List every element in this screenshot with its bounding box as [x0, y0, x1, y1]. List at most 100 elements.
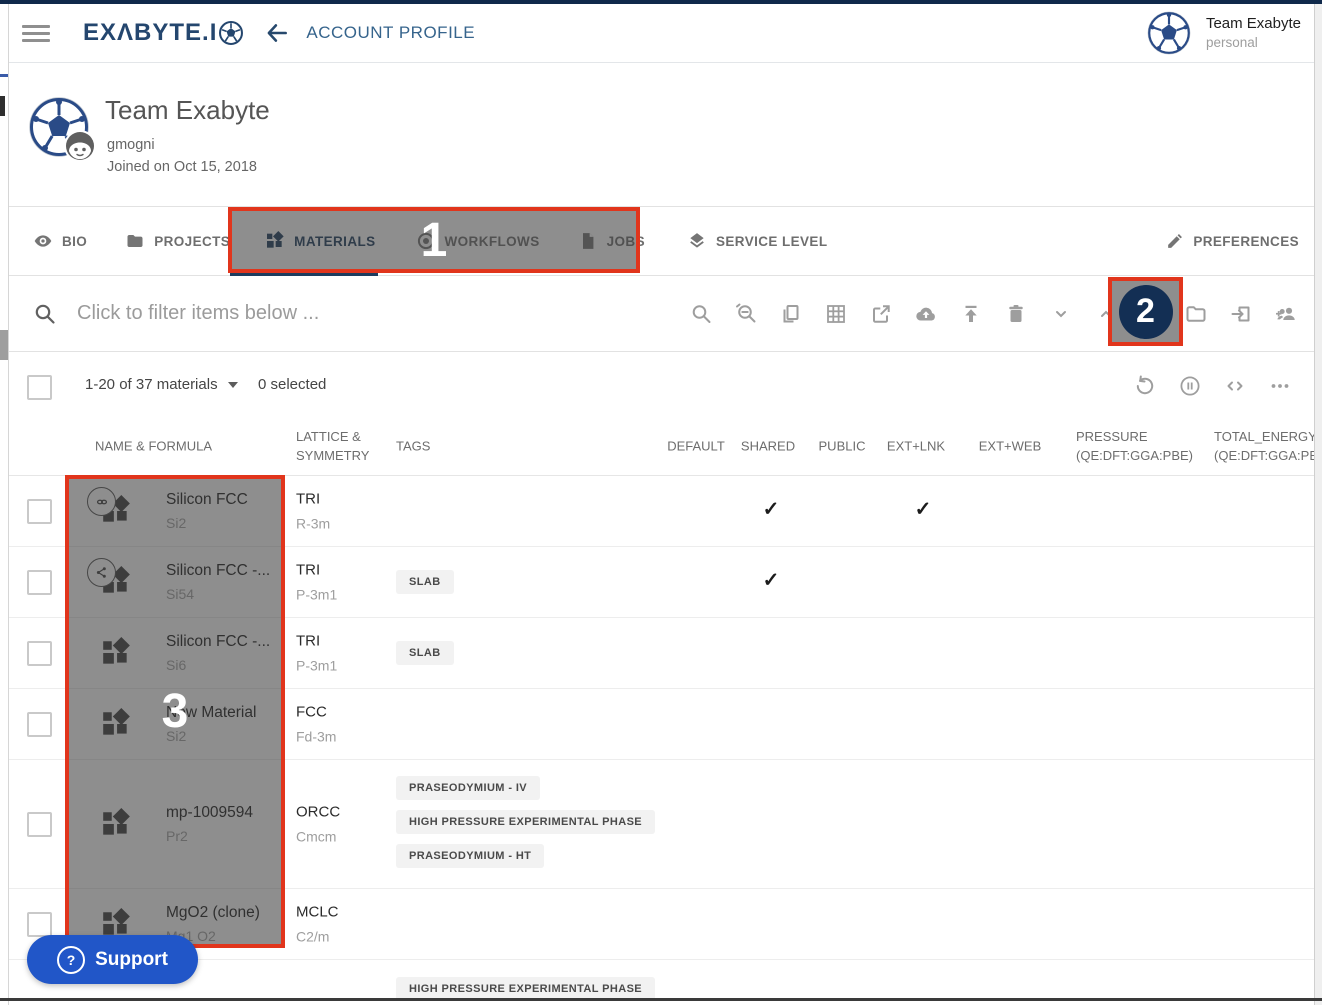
row-checkbox[interactable] — [27, 570, 52, 595]
tab-bio[interactable]: BIO — [33, 231, 87, 251]
lattice-type: TRI — [296, 559, 337, 582]
annotation-box-1: 1 — [228, 207, 640, 273]
filter-toolbar — [689, 302, 1298, 326]
row-checkbox[interactable] — [27, 641, 52, 666]
symmetry-group: P-3m1 — [296, 584, 337, 605]
zoom-out-icon[interactable] — [734, 302, 758, 326]
pencil-icon — [1165, 232, 1184, 251]
column-header: EXT+LNK — [887, 438, 945, 457]
folder-icon[interactable] — [1184, 302, 1208, 326]
row-checkbox[interactable] — [27, 499, 52, 524]
column-header: TOTAL_ENERGY(QE:DFT:GGA:PE — [1214, 428, 1318, 466]
column-header: TAGS — [396, 438, 430, 457]
pause-circle-icon[interactable] — [1178, 374, 1202, 398]
row-checkbox[interactable] — [27, 812, 52, 837]
exit-to-app-icon[interactable] — [1229, 302, 1253, 326]
lattice-type: MCLC — [296, 901, 339, 924]
column-header: DEFAULT — [667, 438, 725, 457]
copy-icon[interactable] — [779, 302, 803, 326]
top-navy-strip — [0, 0, 1322, 4]
delete-icon[interactable] — [1004, 302, 1028, 326]
row-checkbox[interactable] — [27, 912, 52, 937]
page-title: ACCOUNT PROFILE — [306, 23, 475, 43]
group-add-icon[interactable] — [1274, 302, 1298, 326]
symmetry-group: Cmcm — [296, 826, 340, 847]
tab-label: PROJECTS — [154, 234, 230, 249]
tab-label: PREFERENCES — [1193, 234, 1299, 249]
tag-pill: PRASEODYMIUM - IV — [396, 776, 540, 800]
folder-icon — [125, 231, 145, 251]
logo-ball-icon — [218, 20, 244, 46]
search-icon[interactable] — [689, 302, 713, 326]
code-icon[interactable] — [1223, 374, 1247, 398]
tag-pill: HIGH PRESSURE EXPERIMENTAL PHASE — [396, 810, 655, 834]
symmetry-group: P-3m1 — [296, 655, 337, 676]
topbar-user-type: personal — [1206, 34, 1301, 53]
column-header: EXT+WEB — [979, 438, 1042, 457]
annotation-number: 1 — [421, 213, 448, 268]
topbar: EXΛBYTE.I ACCOUNT PROFILE — [8, 4, 1315, 63]
grid-icon[interactable] — [824, 302, 848, 326]
profile-name: Team Exabyte — [105, 95, 270, 126]
symmetry-group: Fd-3m — [296, 726, 336, 747]
column-header: PUBLIC — [819, 438, 866, 457]
column-header: SHARED — [741, 438, 795, 457]
profile-username: gmogni — [107, 137, 155, 153]
eye-icon — [33, 231, 53, 251]
profile-joined-date: Joined on Oct 15, 2018 — [107, 159, 257, 175]
column-header: PRESSURE(QE:DFT:GGA:PBE) — [1076, 428, 1193, 466]
column-header: NAME & FORMULA — [95, 438, 212, 457]
help-icon: ? — [57, 946, 85, 974]
tab-label: BIO — [62, 234, 87, 249]
shared-checkmark: ✓ — [763, 568, 780, 593]
annotation-box-3: 3 — [65, 475, 285, 948]
page-right-edge — [1314, 4, 1322, 1005]
tab-bar: BIO PROJECTS MATERIALS WORKFLOWS JOBS SE… — [8, 206, 1315, 276]
filter-input[interactable] — [75, 301, 499, 326]
support-label: Support — [95, 949, 168, 971]
topbar-user-name: Team Exabyte — [1206, 13, 1301, 34]
tab-service-level[interactable]: SERVICE LEVEL — [687, 231, 827, 251]
row-checkbox[interactable] — [27, 712, 52, 737]
upload-icon[interactable] — [959, 302, 983, 326]
tag-pill: SLAB — [396, 641, 454, 665]
lattice-type: ORCC — [296, 801, 340, 824]
select-all-checkbox[interactable] — [27, 375, 52, 400]
cloud-upload-icon[interactable] — [914, 302, 938, 326]
open-in-new-icon[interactable] — [869, 302, 893, 326]
tab-preferences[interactable]: PREFERENCES — [1165, 232, 1299, 251]
list-controls: 1-20 of 37 materials 0 selected — [8, 352, 1315, 419]
refresh-icon[interactable] — [1133, 374, 1157, 398]
extlnk-checkmark: ✓ — [915, 497, 932, 522]
tab-projects[interactable]: PROJECTS — [125, 231, 230, 251]
profile-section: Team Exabyte gmogni Joined on Oct 15, 20… — [8, 63, 1315, 206]
hamburger-menu-icon[interactable] — [22, 25, 50, 42]
selected-count: 0 selected — [258, 376, 326, 393]
tag-pill: SLAB — [396, 570, 454, 594]
search-icon — [33, 302, 57, 326]
annotation-badge: 2 — [1119, 285, 1173, 339]
logo-text: EXΛBYTE.I — [83, 19, 217, 47]
logo[interactable]: EXΛBYTE.I — [83, 19, 244, 47]
back-arrow-icon[interactable] — [264, 20, 290, 46]
shared-checkmark: ✓ — [763, 497, 780, 522]
more-icon[interactable] — [1268, 374, 1292, 398]
lattice-type: FCC — [296, 701, 336, 724]
user-avatar[interactable] — [1146, 10, 1192, 56]
account-profile-screen: EXΛBYTE.I ACCOUNT PROFILE — [0, 0, 1322, 1005]
symmetry-group: C2/m — [296, 926, 339, 947]
chevron-down-icon — [228, 382, 238, 388]
tag-pill: PRASEODYMIUM - HT — [396, 844, 544, 868]
pagination-dropdown[interactable]: 1-20 of 37 materials — [85, 376, 238, 393]
annotation-number: 3 — [162, 684, 189, 739]
annotation-box-2: 2 — [1108, 277, 1183, 346]
table-header: NAME & FORMULA LATTICE &SYMMETRY TAGS DE… — [8, 419, 1315, 476]
list-actions — [1112, 374, 1292, 398]
page-bottom-edge — [0, 998, 1322, 1001]
lattice-type: TRI — [296, 488, 330, 511]
support-button[interactable]: ? Support — [27, 935, 198, 984]
chevron-down-icon[interactable] — [1049, 302, 1073, 326]
column-header: LATTICE &SYMMETRY — [296, 428, 369, 466]
page-left-edge — [0, 4, 9, 1005]
lattice-type: TRI — [296, 630, 337, 653]
